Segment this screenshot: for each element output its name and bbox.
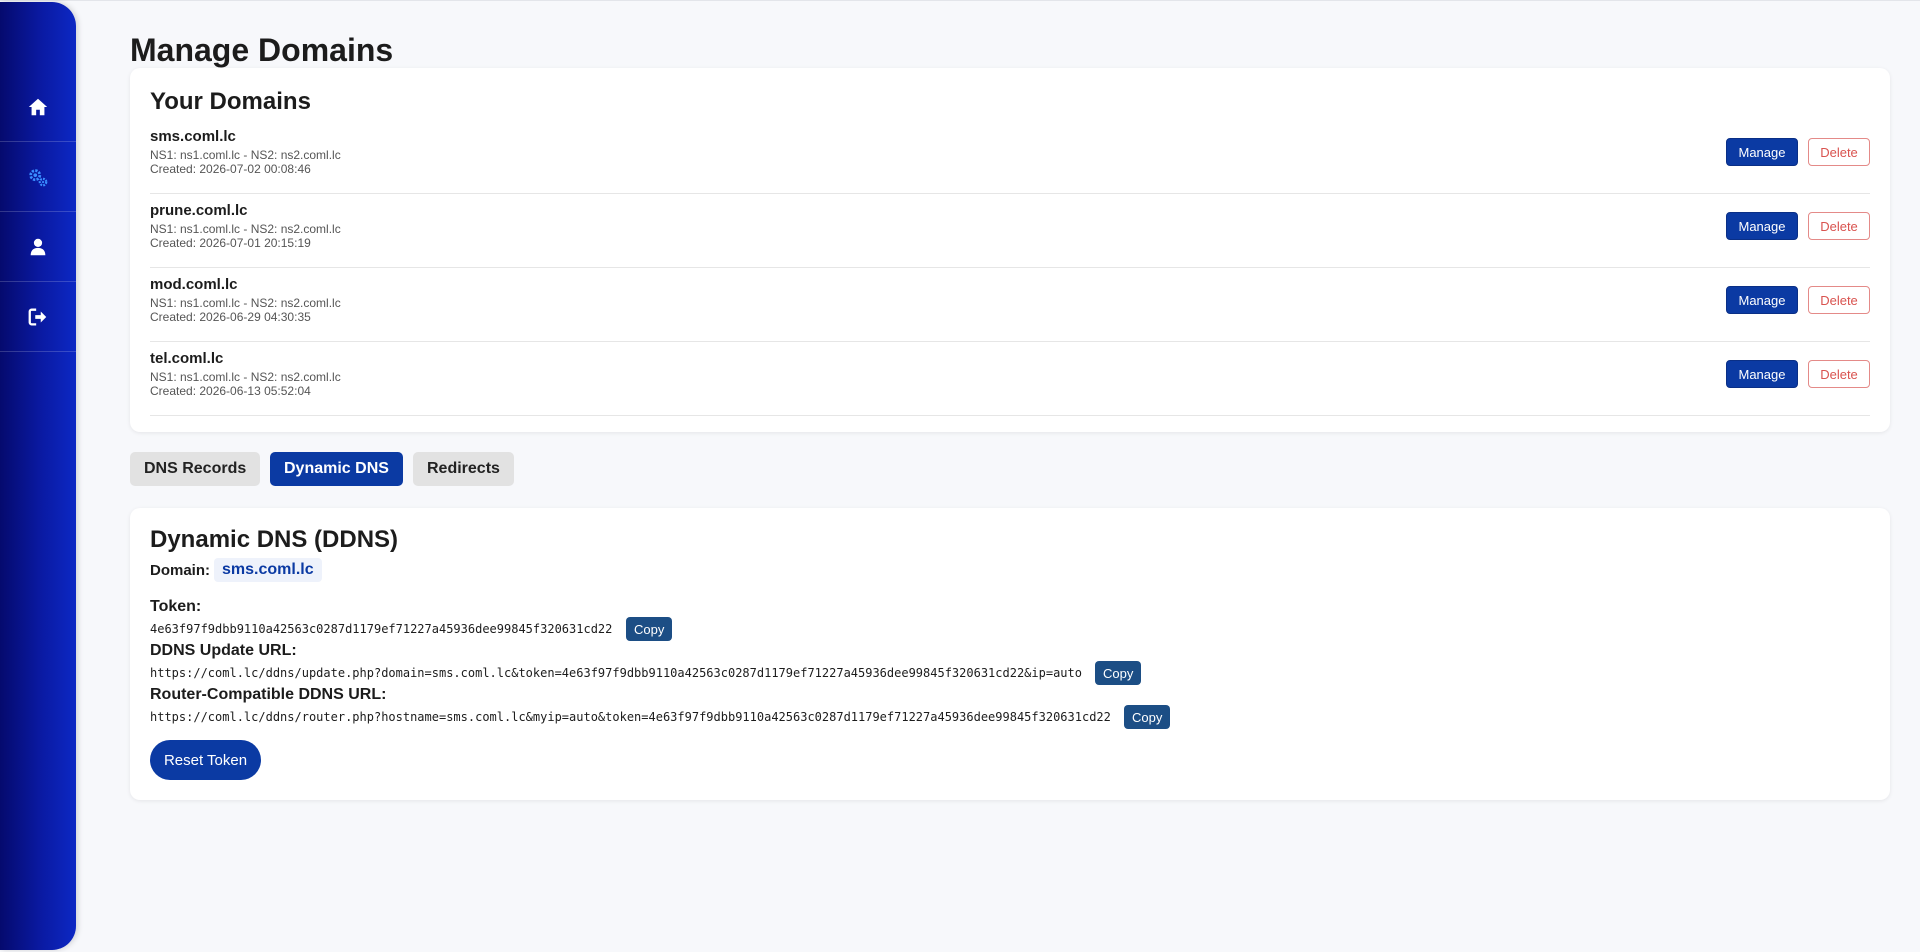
domain-label: Domain: <box>150 562 210 579</box>
router-url-label: Router-Compatible DDNS URL: <box>150 686 387 703</box>
domains-card-title: Your Domains <box>150 88 311 115</box>
delete-button[interactable]: Delete <box>1808 286 1870 314</box>
sidebar-item-profile[interactable] <box>0 212 76 282</box>
reset-token-button[interactable]: Reset Token <box>150 740 261 780</box>
manage-button[interactable]: Manage <box>1726 286 1798 314</box>
domain-row: sms.coml.lc NS1: ns1.coml.lc - NS2: ns2.… <box>150 120 1870 194</box>
router-url-value: https://coml.lc/ddns/router.php?hostname… <box>150 710 1111 724</box>
domain-name: sms.coml.lc <box>150 128 236 145</box>
domain-row: mod.coml.lc NS1: ns1.coml.lc - NS2: ns2.… <box>150 268 1870 342</box>
domain-created: Created: 2026-07-02 00:08:46 <box>150 162 311 176</box>
token-label: Token: <box>150 598 202 615</box>
delete-button[interactable]: Delete <box>1808 138 1870 166</box>
tab-redirects[interactable]: Redirects <box>413 452 514 486</box>
home-icon <box>28 98 48 115</box>
delete-button[interactable]: Delete <box>1808 360 1870 388</box>
domain-created: Created: 2026-06-13 05:52:04 <box>150 384 311 398</box>
domain-badge: sms.coml.lc <box>214 558 322 582</box>
domain-created: Created: 2026-07-01 20:15:19 <box>150 236 311 250</box>
sidebar-item-home[interactable] <box>0 72 76 142</box>
sidebar <box>0 2 76 950</box>
domains-card: Your Domains sms.coml.lc NS1: ns1.coml.l… <box>130 68 1890 432</box>
copy-router-url-button[interactable]: Copy <box>1124 705 1171 729</box>
manage-button[interactable]: Manage <box>1726 212 1798 240</box>
domain-nameservers: NS1: ns1.coml.lc - NS2: ns2.coml.lc <box>150 370 341 384</box>
page-title: Manage Domains <box>130 32 394 68</box>
user-icon <box>30 238 46 255</box>
sidebar-item-settings[interactable] <box>0 142 76 212</box>
manage-button[interactable]: Manage <box>1726 360 1798 388</box>
copy-token-button[interactable]: Copy <box>626 617 673 641</box>
domain-name: prune.coml.lc <box>150 202 248 219</box>
manage-button[interactable]: Manage <box>1726 138 1798 166</box>
domain-created: Created: 2026-06-29 04:30:35 <box>150 310 311 324</box>
ddns-title: Dynamic DNS (DDNS) <box>150 526 399 553</box>
domain-nameservers: NS1: ns1.coml.lc - NS2: ns2.coml.lc <box>150 296 341 310</box>
token-value: 4e63f97f9dbb9110a42563c0287d1179ef71227a… <box>150 622 613 636</box>
top-border <box>0 0 1920 1</box>
tab-dns-records[interactable]: DNS Records <box>130 452 261 486</box>
sidebar-item-logout[interactable] <box>0 282 76 352</box>
update-url-value: https://coml.lc/ddns/update.php?domain=s… <box>150 666 1082 680</box>
update-url-label: DDNS Update URL: <box>150 642 297 659</box>
domain-row: tel.coml.lc NS1: ns1.coml.lc - NS2: ns2.… <box>150 342 1870 416</box>
ddns-card: Dynamic DNS (DDNS) Domain: sms.coml.lc T… <box>130 508 1890 800</box>
sign-out-icon <box>28 308 47 325</box>
domain-name: mod.coml.lc <box>150 276 238 293</box>
cogs-icon <box>29 168 48 186</box>
copy-update-url-button[interactable]: Copy <box>1095 661 1142 685</box>
domain-nameservers: NS1: ns1.coml.lc - NS2: ns2.coml.lc <box>150 222 341 236</box>
tab-dynamic-dns[interactable]: Dynamic DNS <box>270 452 403 486</box>
domain-row: prune.coml.lc NS1: ns1.coml.lc - NS2: ns… <box>150 194 1870 268</box>
domain-name: tel.coml.lc <box>150 350 224 367</box>
delete-button[interactable]: Delete <box>1808 212 1870 240</box>
domain-nameservers: NS1: ns1.coml.lc - NS2: ns2.coml.lc <box>150 148 341 162</box>
